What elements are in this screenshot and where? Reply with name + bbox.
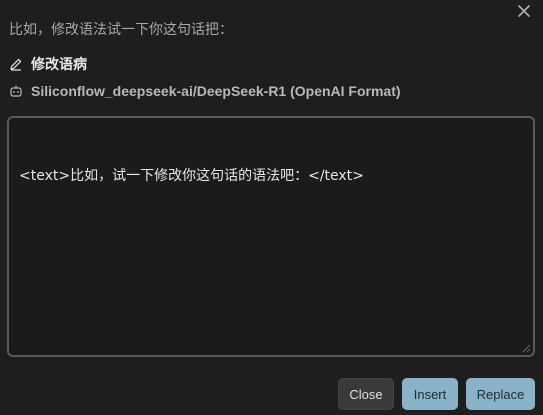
result-textarea[interactable]: <text>比如，试一下修改你这句话的语法吧：</text>	[7, 116, 535, 357]
instruction-text: 比如，修改语法试一下你这句话把：	[9, 22, 233, 38]
model-name: Siliconflow_deepseek-ai/DeepSeek-R1 (Ope…	[31, 83, 401, 99]
model-row: Siliconflow_deepseek-ai/DeepSeek-R1 (Ope…	[9, 83, 401, 99]
prompt-name: 修改语病	[31, 57, 87, 73]
close-button[interactable]: Close	[338, 378, 394, 410]
close-icon[interactable]	[515, 2, 533, 20]
resize-grip-icon[interactable]	[522, 344, 531, 353]
result-text[interactable]: <text>比如，试一下修改你这句话的语法吧：</text>	[19, 165, 364, 185]
insert-button[interactable]: Insert	[402, 378, 458, 410]
pencil-icon	[9, 57, 23, 71]
replace-button[interactable]: Replace	[466, 378, 535, 410]
robot-icon	[9, 84, 23, 98]
prompt-row: 修改语病	[9, 54, 87, 74]
ai-result-dialog: 比如，修改语法试一下你这句话把： 修改语病 Siliconflow_deepse…	[0, 0, 543, 415]
